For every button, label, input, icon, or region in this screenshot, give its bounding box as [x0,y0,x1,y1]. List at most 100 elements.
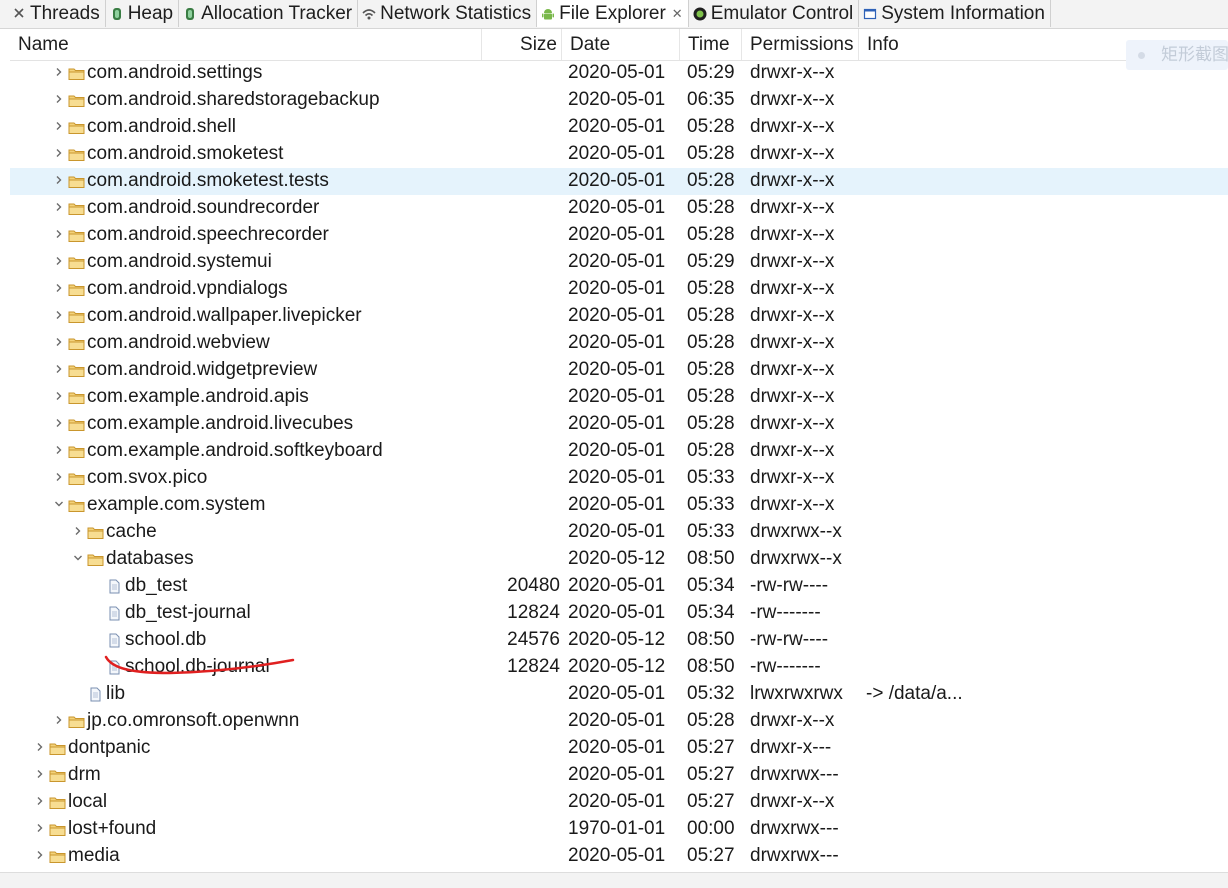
table-row[interactable]: com.android.speechrecorder 2020-05-01 05:2… [10,222,1228,249]
folder-icon [68,254,85,269]
file-permissions: drwxr-x--x [750,386,835,407]
table-row[interactable]: com.android.webview 2020-05-01 05:28 drwxr-… [10,330,1228,357]
tab-file-explorer[interactable]: File Explorer ✕ [537,0,689,27]
chevron-right-icon[interactable] [54,148,64,158]
table-row[interactable]: com.example.android.apis 2020-05-01 05:28 d… [10,384,1228,411]
close-icon[interactable]: ✕ [672,6,683,22]
chevron-down-icon[interactable] [54,499,64,509]
file-date: 2020-05-01 [568,440,666,461]
chevron-right-icon[interactable] [54,391,64,401]
table-row[interactable]: school.db-journal 12824 2020-05-12 08:50 -rw… [10,654,1228,681]
chevron-right-icon[interactable] [54,202,64,212]
file-time: 05:28 [687,710,735,731]
file-permissions: drwxr-x--x [750,170,835,191]
chevron-right-icon[interactable] [54,364,64,374]
table-row[interactable]: db_test 20480 2020-05-01 05:34 -rw-rw---- [10,573,1228,600]
table-row[interactable]: com.android.shell 2020-05-01 05:28 drwxr-x-… [10,114,1228,141]
chevron-right-icon[interactable] [54,283,64,293]
tab-heap[interactable]: Heap [105,0,180,27]
chevron-right-icon[interactable] [54,418,64,428]
file-permissions: drwxr-x--x [750,305,835,326]
chevron-right-icon[interactable] [54,445,64,455]
allocation-icon [183,7,197,21]
table-row[interactable]: com.svox.pico 2020-05-01 05:33 drwxr-x--x [10,465,1228,492]
folder-icon [68,389,85,404]
table-row[interactable]: com.android.sharedstoragebackup 2020-05-0… [10,87,1228,114]
table-row[interactable]: com.android.vpndialogs 2020-05-01 05:28 drw… [10,276,1228,303]
tab-system-information[interactable]: System Information [859,0,1051,27]
table-row[interactable]: cache 2020-05-01 05:33 drwxrwx--x [10,519,1228,546]
tab-emulator-control[interactable]: Emulator Control [688,0,860,27]
folder-icon [68,173,85,188]
folder-icon [68,200,85,215]
chevron-right-icon[interactable] [35,850,45,860]
file-name: com.android.settings [87,62,263,83]
table-row[interactable]: com.android.systemui 2020-05-01 05:29 drwxr… [10,249,1228,276]
file-time: 05:28 [687,413,735,434]
chevron-right-icon[interactable] [54,94,64,104]
file-permissions: drwxrwx--x [750,521,842,542]
chevron-right-icon[interactable] [73,526,83,536]
chevron-right-icon[interactable] [54,310,64,320]
chevron-right-icon[interactable] [54,472,64,482]
column-header-date[interactable]: Date [562,29,680,60]
file-permissions: lrwxrwxrwx [750,683,843,704]
column-header-permissions[interactable]: Permissions [742,29,859,60]
chevron-right-icon[interactable] [35,823,45,833]
table-row[interactable]: db_test-journal 12824 2020-05-01 05:34 -rw--… [10,600,1228,627]
file-time: 05:28 [687,116,735,137]
table-row[interactable]: com.android.smoketest.tests 2020-05-01 05:… [10,168,1228,195]
file-time: 05:27 [687,845,735,866]
table-row[interactable]: jp.co.omronsoft.openwnn 2020-05-01 05:28 dr… [10,708,1228,735]
chevron-right-icon[interactable] [54,121,64,131]
file-date: 2020-05-01 [568,710,666,731]
file-name: com.android.sharedstoragebackup [87,89,380,110]
chevron-right-icon[interactable] [54,256,64,266]
table-row[interactable]: databases 2020-05-12 08:50 drwxrwx--x [10,546,1228,573]
chevron-right-icon[interactable] [54,337,64,347]
chevron-right-icon[interactable] [35,769,45,779]
bottom-scroll-area[interactable] [0,872,1228,888]
tab-threads[interactable]: Threads [8,0,106,27]
table-row[interactable]: drm 2020-05-01 05:27 drwxrwx--- [10,762,1228,789]
table-row[interactable]: media 2020-05-01 05:27 drwxrwx--- [10,843,1228,870]
chevron-right-icon[interactable] [54,175,64,185]
chevron-right-icon[interactable] [54,229,64,239]
chevron-right-icon[interactable] [54,67,64,77]
table-row[interactable]: com.android.wallpaper.livepicker 2020-05-… [10,303,1228,330]
table-row[interactable]: example.com.system 2020-05-01 05:33 drwxr-x… [10,492,1228,519]
chevron-right-icon[interactable] [35,796,45,806]
table-row[interactable]: com.example.android.livecubes 2020-05-01 0… [10,411,1228,438]
chevron-right-icon[interactable] [54,715,64,725]
file-time: 05:28 [687,386,735,407]
file-time: 05:28 [687,305,735,326]
table-row[interactable]: com.android.settings 2020-05-01 05:29 drwxr… [10,60,1228,87]
table-row[interactable]: com.android.soundrecorder 2020-05-01 05:28… [10,195,1228,222]
file-name: databases [106,548,194,569]
file-name: com.android.speechrecorder [87,224,329,245]
file-date: 2020-05-12 [568,656,666,677]
file-name: cache [106,521,157,542]
file-time: 08:50 [687,548,735,569]
column-header-name[interactable]: Name [10,29,482,60]
chevron-right-icon[interactable] [35,742,45,752]
column-header-time[interactable]: Time [680,29,742,60]
table-row[interactable]: lost+found 1970-01-01 00:00 drwxrwx--- [10,816,1228,843]
table-row[interactable]: school.db 24576 2020-05-12 08:50 -rw-rw---- [10,627,1228,654]
file-time: 05:28 [687,440,735,461]
table-row[interactable]: lib 2020-05-01 05:32 lrwxrwxrwx -> /data/a..… [10,681,1228,708]
table-row[interactable]: local 2020-05-01 05:27 drwxr-x--x [10,789,1228,816]
tab-label: Allocation Tracker [201,2,353,24]
tab-network-statistics[interactable]: Network Statistics [358,0,538,27]
file-date: 2020-05-12 [568,548,666,569]
table-row[interactable]: com.example.android.softkeyboard 2020-05-… [10,438,1228,465]
table-row[interactable]: dontpanic 2020-05-01 05:27 drwxr-x--- [10,735,1228,762]
file-tree: com.android.settings 2020-05-01 05:29 drwxr… [10,60,1228,870]
column-header-size[interactable]: Size [482,29,562,60]
chevron-down-icon[interactable] [73,553,83,563]
table-row[interactable]: com.android.smoketest 2020-05-01 05:28 drwx… [10,141,1228,168]
table-row[interactable]: com.android.widgetpreview 2020-05-01 05:28… [10,357,1228,384]
tab-allocation-tracker[interactable]: Allocation Tracker [179,0,359,27]
file-time: 05:28 [687,278,735,299]
file-icon [106,659,123,675]
